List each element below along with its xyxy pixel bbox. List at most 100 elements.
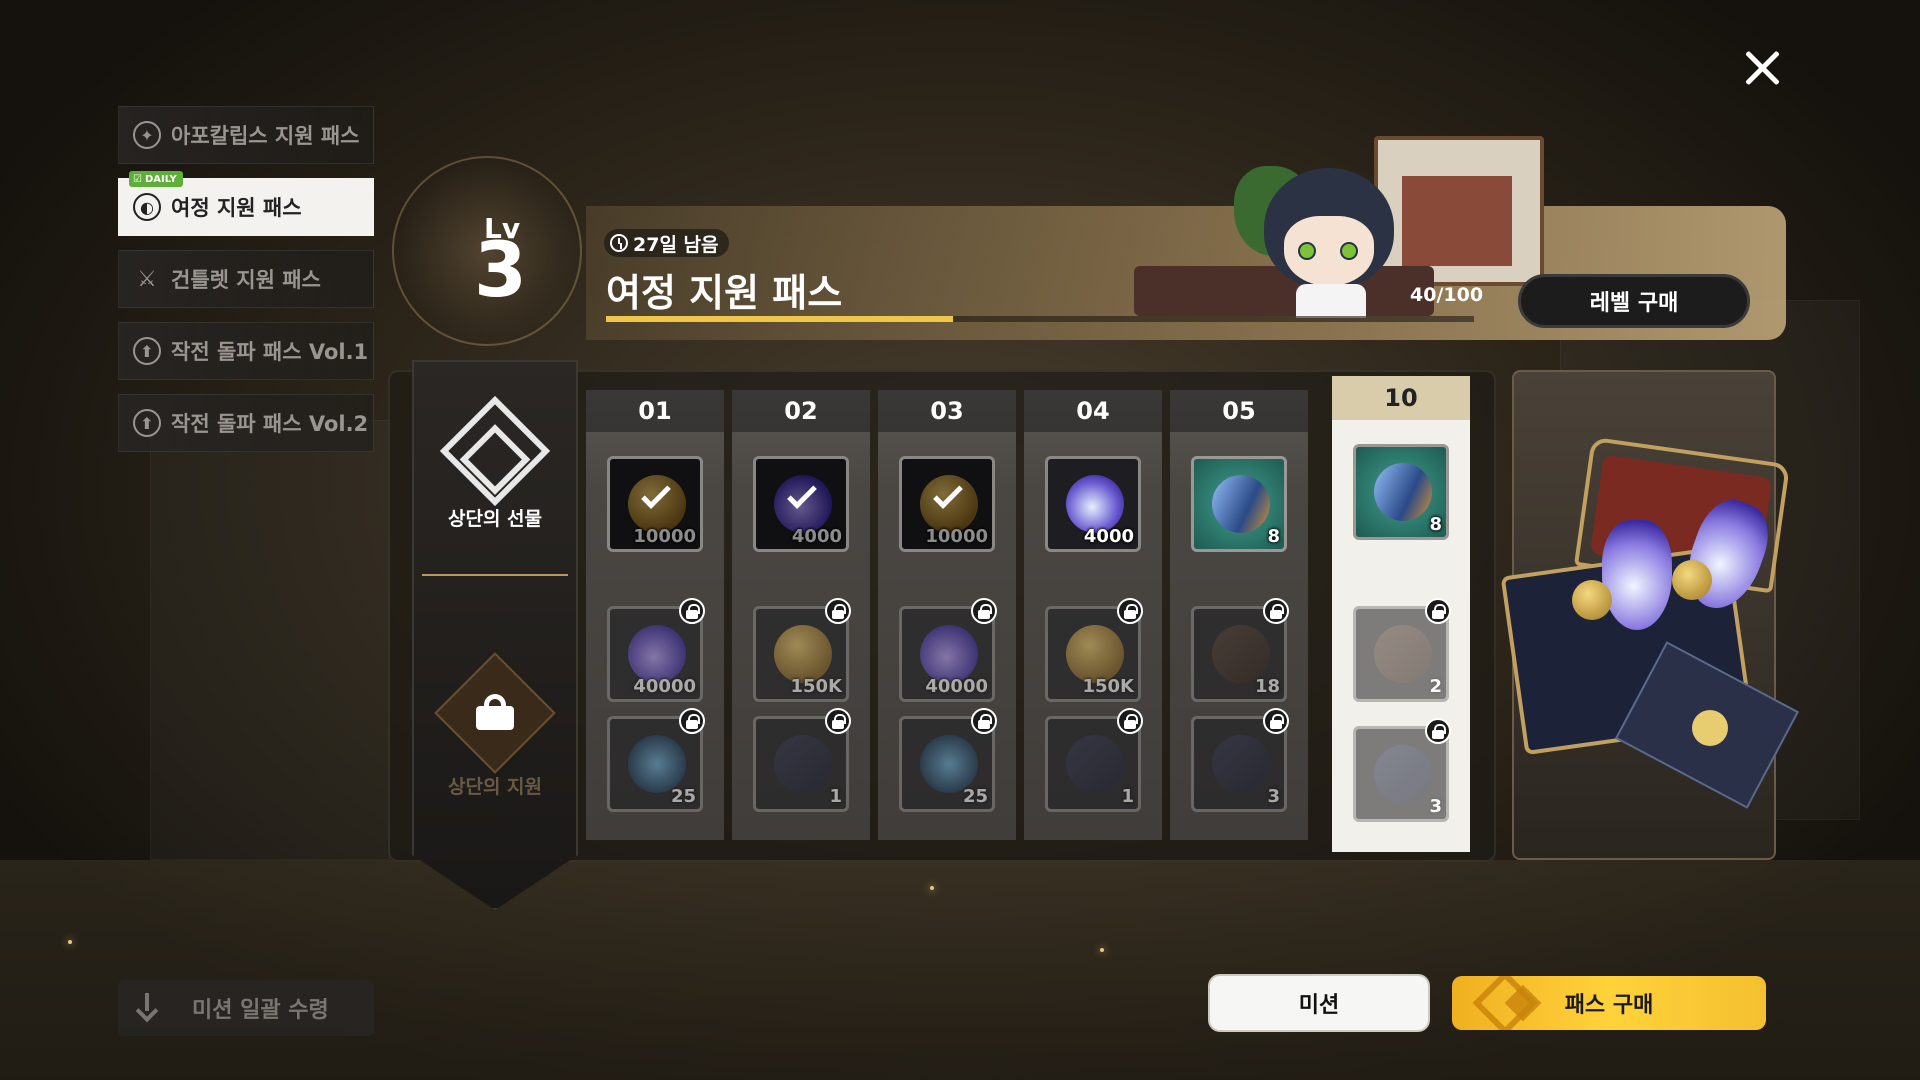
mascot-body — [1296, 284, 1366, 318]
potion-icon — [1602, 520, 1672, 630]
chest-icon — [1212, 625, 1270, 683]
column-level-label: 01 — [586, 390, 724, 432]
reward-column: 05 8 18 3 — [1170, 390, 1308, 840]
reward-quantity: 8 — [1429, 514, 1442, 535]
sidebar-item-label: 아포칼립스 지원 패스 — [171, 124, 360, 148]
reward-column: 02 4000 150K 1 — [732, 390, 870, 840]
claimed-check-icon — [787, 479, 817, 509]
xp-text: 40/100 — [1410, 284, 1484, 306]
free-track-label: 상단의 선물 — [447, 508, 542, 530]
apocalypse-emblem-icon: ✦ — [133, 121, 161, 149]
light-particle — [930, 886, 934, 890]
lock-icon — [476, 694, 514, 730]
close-button[interactable] — [1742, 48, 1782, 88]
download-icon — [132, 993, 162, 1023]
potion-icon — [920, 625, 978, 683]
lock-icon — [971, 598, 997, 624]
mascot-eye — [1340, 242, 1358, 260]
operation-emblem-icon: ⬆ — [133, 337, 161, 365]
envelope-icon — [1066, 735, 1124, 793]
check-icon: ☑ — [133, 173, 142, 185]
time-remaining-text: 27일 남음 — [633, 233, 719, 256]
sidebar-item-operation-pass-vol2[interactable]: ⬆ 작전 돌파 패스 Vol.2 — [118, 394, 374, 452]
potion-icon — [628, 625, 686, 683]
free-reward-slot[interactable]: 8 — [1191, 456, 1287, 552]
lock-icon — [971, 708, 997, 734]
light-particle — [1100, 948, 1104, 952]
reward-column: 04 4000 150K 1 — [1024, 390, 1162, 840]
free-reward-slot[interactable]: 10000 — [607, 456, 703, 552]
xp-progress-bar — [606, 316, 1474, 322]
mascot-eye — [1298, 242, 1316, 260]
mission-button[interactable]: 미션 — [1210, 976, 1428, 1030]
sidebar-item-label: 여정 지원 패스 — [171, 196, 302, 220]
sidebar-item-gauntlet-pass[interactable]: ⚔ 건틀렛 지원 패스 — [118, 250, 374, 308]
level-buy-button[interactable]: 레벨 구매 — [1518, 274, 1750, 328]
reward-quantity: 25 — [670, 786, 696, 807]
free-reward-slot[interactable]: 8 — [1353, 444, 1449, 540]
collect-all-label: 미션 일괄 수령 — [192, 998, 329, 1023]
column-level-label: 02 — [732, 390, 870, 432]
lock-icon — [1263, 708, 1289, 734]
operation-emblem-icon: ⬆ — [133, 409, 161, 437]
daily-badge: ☑ DAILY — [129, 171, 183, 187]
sidebar-item-journey-pass[interactable]: ☑ DAILY ◐ 여정 지원 패스 — [118, 171, 374, 236]
premium-track-label: 상단의 지원 — [447, 776, 542, 798]
reward-quantity: 8 — [1267, 526, 1280, 547]
chest-icon — [1374, 625, 1432, 683]
gold-coin-icon — [1672, 560, 1712, 600]
reward-column: 03 10000 40000 25 — [878, 390, 1016, 840]
sidebar-item-label: 건틀렛 지원 패스 — [171, 268, 321, 292]
reward-quantity: 3 — [1429, 796, 1442, 817]
claimed-check-icon — [933, 479, 963, 509]
gold-coin-icon — [774, 625, 832, 683]
gold-coin-icon — [1572, 580, 1612, 620]
lock-icon — [1425, 718, 1451, 744]
pass-sidebar: ✦ 아포칼립스 지원 패스 ☑ DAILY ◐ 여정 지원 패스 ⚔ 건틀렛 지원… — [118, 106, 374, 466]
wax-seal-icon — [1692, 710, 1728, 746]
lock-icon — [1117, 598, 1143, 624]
free-reward-slot[interactable]: 10000 — [899, 456, 995, 552]
lock-icon — [679, 598, 705, 624]
reward-quantity: 40000 — [925, 676, 988, 697]
reward-quantity: 3 — [1267, 786, 1280, 807]
treasure-chest-icon — [1500, 430, 1832, 830]
lock-icon — [825, 598, 851, 624]
column-level-label: 04 — [1024, 390, 1162, 432]
time-remaining-badge: 27일 남음 — [604, 229, 729, 257]
background-floor — [0, 860, 1920, 1080]
buy-pass-button[interactable]: 패스 구매 — [1452, 976, 1766, 1030]
crossed-swords-icon: ⚔ — [137, 266, 157, 292]
sidebar-item-operation-pass-vol1[interactable]: ⬆ 작전 돌파 패스 Vol.1 — [118, 322, 374, 380]
lock-icon — [1425, 598, 1451, 624]
reward-quantity: 2 — [1429, 676, 1442, 697]
lock-icon — [1263, 598, 1289, 624]
sidebar-item-apocalypse-pass[interactable]: ✦ 아포칼립스 지원 패스 — [118, 106, 374, 164]
sidebar-item-label: 작전 돌파 패스 Vol.2 — [171, 412, 369, 436]
mascot-illustration — [1134, 126, 1554, 318]
reward-column: 01 10000 40000 25 — [586, 390, 724, 840]
reward-quantity: 25 — [962, 786, 988, 807]
claimed-check-icon — [641, 479, 671, 509]
reward-quantity: 150K — [1082, 676, 1134, 697]
lock-icon — [825, 708, 851, 734]
daily-badge-label: DAILY — [144, 173, 177, 185]
track-divider — [422, 574, 568, 576]
column-level-label: 03 — [878, 390, 1016, 432]
reward-column: 10 8 2 3 — [1332, 376, 1470, 852]
orb-icon — [628, 735, 686, 793]
window — [1402, 176, 1512, 266]
envelope-icon — [774, 735, 832, 793]
free-reward-slot[interactable]: 4000 — [1045, 456, 1141, 552]
gold-coin-icon — [1066, 625, 1124, 683]
orb-icon — [920, 735, 978, 793]
envelope-icon — [1374, 745, 1432, 803]
collect-all-missions-button[interactable]: 미션 일괄 수령 — [118, 980, 374, 1036]
reward-quantity: 40000 — [633, 676, 696, 697]
buy-pass-label: 패스 구매 — [1564, 993, 1654, 1018]
reward-quantity: 18 — [1254, 676, 1280, 697]
free-reward-slot[interactable]: 4000 — [753, 456, 849, 552]
potion-icon — [1066, 475, 1124, 533]
sidebar-item-label: 작전 돌파 패스 Vol.1 — [171, 340, 369, 364]
lock-icon — [679, 708, 705, 734]
